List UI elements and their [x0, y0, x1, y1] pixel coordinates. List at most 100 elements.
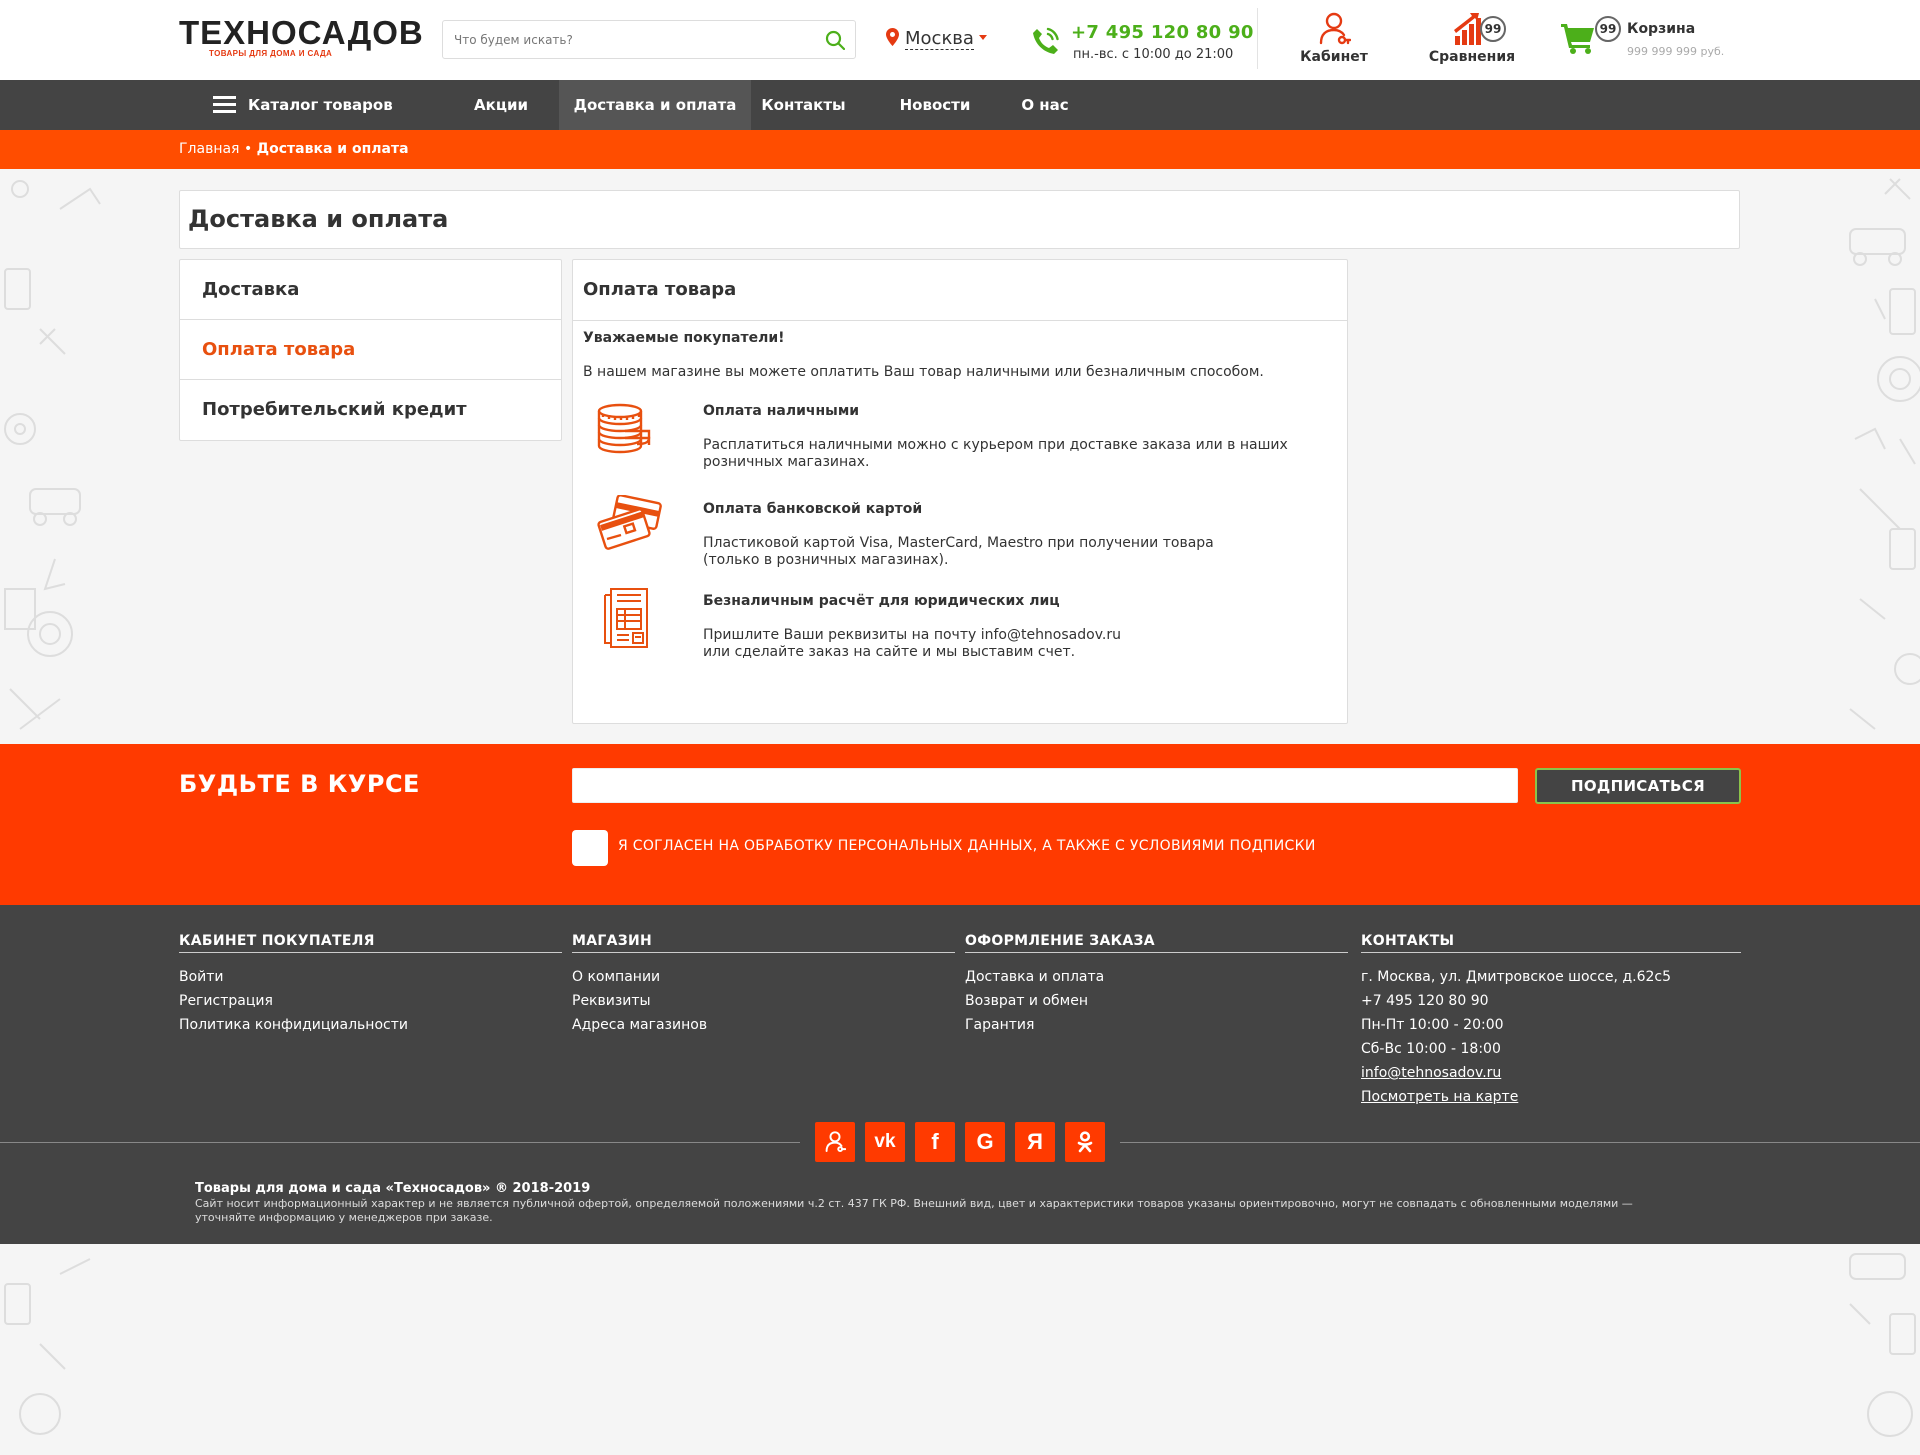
cash-title: Оплата наличными: [703, 403, 860, 419]
cart-label: Корзина: [1627, 21, 1696, 37]
background-pattern-left-bottom: [0, 1244, 180, 1455]
footer-link-about[interactable]: О компании: [572, 965, 955, 989]
background-pattern-left: [0, 169, 180, 744]
breadcrumb-current: Доставка и оплата: [256, 141, 409, 157]
working-hours: пн.-вс. с 10:00 до 21:00: [1073, 47, 1234, 62]
cart-count-badge: 99: [1595, 16, 1621, 42]
background-pattern-right: [1740, 169, 1920, 744]
odnoklassniki-icon: [1077, 1131, 1093, 1153]
location-pin-icon: [886, 28, 899, 46]
city-name: Москва: [905, 28, 974, 50]
footer-link-warranty[interactable]: Гарантия: [965, 1013, 1348, 1037]
footer-link-requisites[interactable]: Реквизиты: [572, 989, 955, 1013]
footer-link-returns[interactable]: Возврат и обмен: [965, 989, 1348, 1013]
site-header: ТЕХНОСАДОВ ТОВАРЫ ДЛЯ ДОМА И САДА Москва…: [0, 0, 1920, 80]
cart-icon: [1561, 24, 1594, 54]
subscribe-email-input[interactable]: [572, 768, 1518, 803]
search-box: [442, 20, 856, 59]
social-links: vk f G Я: [0, 1122, 1920, 1162]
card-title: Оплата банковской картой: [703, 501, 923, 517]
nav-item-delivery[interactable]: Доставка и оплата: [559, 80, 751, 130]
nav-item-about[interactable]: О нас: [1012, 80, 1078, 130]
city-selector[interactable]: Москва: [886, 28, 987, 50]
background-pattern-right-bottom: [1740, 1244, 1920, 1455]
footer-col-title: КОНТАКТЫ: [1361, 933, 1741, 953]
footer-email-link[interactable]: info@tehnosadov.ru: [1361, 1061, 1741, 1085]
footer-link-register[interactable]: Регистрация: [179, 989, 562, 1013]
subscribe-button[interactable]: ПОДПИСАТЬСЯ: [1535, 768, 1741, 804]
social-user-link[interactable]: [815, 1122, 855, 1162]
nav-catalog-label: Каталог товаров: [248, 96, 393, 114]
footer-col-title: ОФОРМЛЕНИЕ ЗАКАЗА: [965, 933, 1348, 953]
divider: [0, 1142, 800, 1143]
invoice-icon: [604, 588, 648, 648]
payment-panel: Оплата товара Уважаемые покупатели! В на…: [572, 259, 1348, 724]
site-logo[interactable]: ТЕХНОСАДОВ ТОВАРЫ ДЛЯ ДОМА И САДА: [179, 16, 431, 58]
card-text-line-1: Пластиковой картой Visa, MasterCard, Mae…: [703, 535, 1214, 551]
odnoklassniki-link[interactable]: [1065, 1122, 1105, 1162]
side-item-payment[interactable]: Оплата товара: [180, 320, 561, 380]
footer-col-title: МАГАЗИН: [572, 933, 955, 953]
compare-count-badge: 99: [1480, 16, 1506, 42]
compare-label: Сравнения: [1428, 49, 1516, 65]
card-text-line-2: (только в розничных магазинах).: [703, 552, 949, 568]
agree-checkbox[interactable]: [572, 830, 608, 866]
user-icon: [1319, 12, 1351, 45]
credit-card-icon: [597, 495, 662, 550]
header-divider: [1257, 8, 1258, 69]
cart-link[interactable]: 99 Корзина 999 999 999 руб.: [1561, 14, 1731, 64]
search-icon[interactable]: [825, 30, 845, 50]
side-item-credit[interactable]: Потребительский кредит: [180, 380, 561, 440]
cabinet-label: Кабинет: [1300, 49, 1368, 65]
footer-col-order: ОФОРМЛЕНИЕ ЗАКАЗА Доставка и оплата Возв…: [965, 933, 1348, 1037]
google-icon[interactable]: G: [965, 1122, 1005, 1162]
invoice-text-line-1: Пришлите Ваши реквизиты на почту info@te…: [703, 627, 1121, 643]
side-menu: Доставка Оплата товара Потребительский к…: [179, 259, 562, 441]
nav-item-contacts[interactable]: Контакты: [751, 80, 856, 130]
footer-link-addresses[interactable]: Адреса магазинов: [572, 1013, 955, 1037]
facebook-icon[interactable]: f: [915, 1122, 955, 1162]
cabinet-link[interactable]: Кабинет: [1286, 12, 1382, 65]
nav-catalog[interactable]: Каталог товаров: [213, 80, 393, 130]
cash-text: Расплатиться наличными можно с курьером …: [703, 437, 1288, 470]
footer-col-title: КАБИНЕТ ПОКУПАТЕЛЯ: [179, 933, 562, 953]
chevron-down-icon: [978, 35, 987, 40]
footer-hours-weekdays: Пн-Пт 10:00 - 20:00: [1361, 1017, 1504, 1033]
breadcrumb-separator: •: [243, 141, 253, 157]
footer-map-link[interactable]: Посмотреть на карте: [1361, 1085, 1741, 1109]
main-nav: Каталог товаров Акции Доставка и оплата …: [0, 80, 1920, 130]
nav-item-news[interactable]: Новости: [885, 80, 985, 130]
divider: [1120, 1142, 1920, 1143]
panel-title: Оплата товара: [573, 260, 1347, 321]
footer-link-privacy[interactable]: Политика конфидициальности: [179, 1013, 562, 1037]
invoice-text: Пришлите Ваши реквизиты на почту info@te…: [703, 627, 1303, 661]
cart-sum: 999 999 999 руб.: [1627, 45, 1725, 58]
nav-item-promotions[interactable]: Акции: [451, 80, 551, 130]
intro-text: В нашем магазине вы можете оплатить Ваш …: [583, 364, 1264, 380]
footer-link-login[interactable]: Войти: [179, 965, 562, 989]
footer-link-delivery[interactable]: Доставка и оплата: [965, 965, 1348, 989]
footer-address: г. Москва, ул. Дмитровское шоссе, д.62с5: [1361, 969, 1671, 985]
footer-col-shop: МАГАЗИН О компании Реквизиты Адреса мага…: [572, 933, 955, 1037]
greeting-text: Уважаемые покупатели!: [583, 330, 785, 346]
vk-icon[interactable]: vk: [865, 1122, 905, 1162]
user-icon: [825, 1131, 846, 1153]
invoice-title: Безналичным расчёт для юридических лиц: [703, 593, 1060, 609]
copyright-block: Товары для дома и сада «Техносадов» ® 20…: [195, 1181, 1695, 1225]
subscribe-title: БУДЬТЕ В КУРСЕ: [179, 770, 420, 798]
invoice-text-line-2: или сделайте заказ на сайте и мы выстави…: [703, 644, 1076, 660]
menu-icon: [213, 96, 236, 113]
breadcrumb-home[interactable]: Главная: [179, 141, 239, 157]
card-text: Пластиковой картой Visa, MasterCard, Mae…: [703, 535, 1303, 569]
phone-number[interactable]: +7 495 120 80 90: [1071, 22, 1254, 43]
phone-icon: [1033, 27, 1059, 54]
search-input[interactable]: [443, 21, 803, 58]
page-title-box: Доставка и оплата: [179, 190, 1740, 249]
compare-link[interactable]: Сравнения 99: [1416, 12, 1528, 65]
page-title: Доставка и оплата: [188, 205, 449, 233]
footer-phone[interactable]: +7 495 120 80 90: [1361, 989, 1741, 1013]
side-item-delivery[interactable]: Доставка: [180, 260, 561, 320]
yandex-icon[interactable]: Я: [1015, 1122, 1055, 1162]
site-footer: КАБИНЕТ ПОКУПАТЕЛЯ Войти Регистрация Пол…: [0, 905, 1920, 1244]
agree-label: Я СОГЛАСЕН НА ОБРАБОТКУ ПЕРСОНАЛЬНЫХ ДАН…: [618, 838, 1316, 854]
